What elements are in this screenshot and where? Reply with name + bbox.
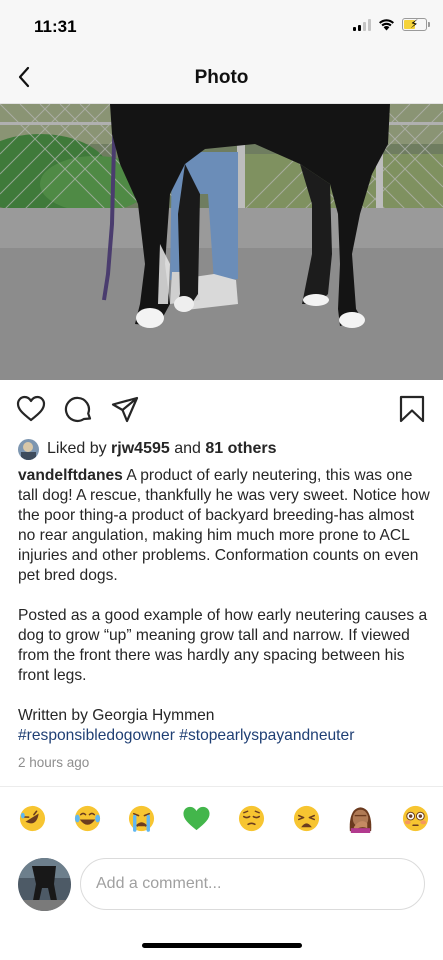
likes-connector: and	[169, 440, 206, 457]
heart-icon[interactable]	[16, 394, 46, 424]
divider	[0, 786, 443, 787]
page-title: Photo	[194, 67, 249, 88]
crying-emoji[interactable]	[127, 804, 156, 833]
status-icons: ⚡	[353, 17, 430, 31]
comment-icon[interactable]	[64, 394, 94, 424]
caption-username[interactable]: vandelftdanes	[18, 467, 123, 484]
caption-paragraph: Posted as a good example of how early ne…	[18, 607, 428, 684]
avatar	[18, 438, 39, 460]
battery-charging-icon: ⚡	[402, 17, 430, 31]
comment-composer	[18, 856, 430, 912]
post-photo[interactable]	[0, 104, 443, 380]
likes-text: Liked by rjw4595 and 81 others	[47, 440, 277, 458]
status-bar: 11:31 ⚡	[0, 0, 443, 52]
pensive-emoji[interactable]	[237, 804, 266, 833]
green-heart-emoji[interactable]	[182, 804, 211, 833]
weary-emoji[interactable]	[292, 804, 321, 833]
avatar	[18, 858, 71, 911]
post-timestamp: 2 hours ago	[18, 755, 90, 770]
rofl-emoji[interactable]	[18, 804, 47, 833]
status-time: 11:31	[34, 17, 77, 36]
post-caption: vandelftdanes A product of early neuteri…	[18, 466, 430, 773]
nav-bar: Photo	[0, 52, 443, 104]
hashtag-link[interactable]: #responsibledogowner	[18, 727, 175, 744]
post-actions	[0, 380, 443, 436]
comment-input[interactable]	[80, 858, 425, 910]
wifi-icon	[379, 19, 394, 31]
caption-credit: Written by Georgia Hymmen	[18, 707, 215, 724]
hashtag-link[interactable]: #stopearlyspayandneuter	[179, 727, 354, 744]
home-indicator[interactable]	[142, 943, 302, 948]
caption-text: A product of early neutering, this was o…	[18, 467, 430, 584]
bookmark-icon[interactable]	[397, 394, 427, 424]
likes-prefix: Liked by	[47, 440, 112, 457]
flushed-emoji[interactable]	[401, 804, 430, 833]
likes-summary[interactable]: Liked by rjw4595 and 81 others	[18, 438, 277, 460]
share-icon[interactable]	[110, 394, 140, 424]
signal-icon	[353, 18, 371, 31]
liker-username[interactable]: rjw4595	[111, 440, 170, 457]
emoji-quick-reactions	[18, 804, 430, 833]
likes-others[interactable]: 81 others	[205, 440, 276, 457]
woman-facepalming-emoji[interactable]	[346, 804, 375, 833]
tears-of-joy-emoji[interactable]	[73, 804, 102, 833]
